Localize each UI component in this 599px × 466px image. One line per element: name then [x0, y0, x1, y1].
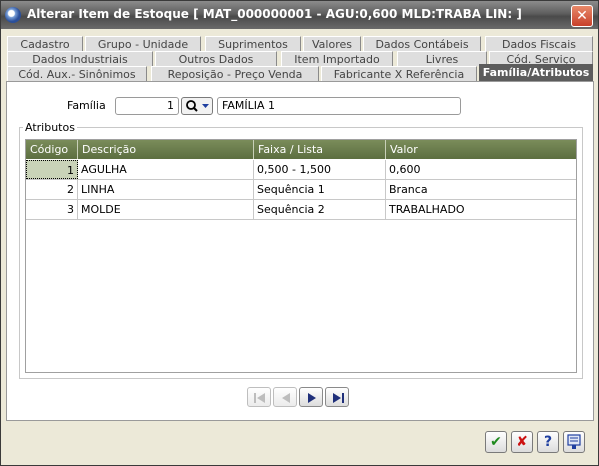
- grid-header: Código Descrição Faixa / Lista Valor: [26, 140, 576, 159]
- tab-valores[interactable]: Valores: [303, 36, 361, 51]
- cell-faixa[interactable]: 0,500 - 1,500: [254, 160, 386, 179]
- cell-codigo[interactable]: 1: [26, 160, 78, 179]
- familia-name-field: FAMÍLIA 1: [217, 97, 461, 115]
- search-icon: [186, 100, 209, 112]
- column-header-faixa-lista[interactable]: Faixa / Lista: [254, 140, 386, 159]
- cell-codigo[interactable]: 3: [26, 200, 78, 219]
- title-bar[interactable]: Alterar Item de Estoque [ MAT_000000001 …: [1, 1, 598, 29]
- cell-valor[interactable]: 0,600: [386, 160, 576, 179]
- tab-reposicao-preco-venda[interactable]: Reposição - Preço Venda: [151, 66, 319, 81]
- familia-label: Família: [67, 99, 106, 112]
- cancel-icon: ✘: [516, 434, 528, 450]
- tab-cod-aux-sinonimos[interactable]: Cód. Aux.- Sinônimos: [7, 66, 147, 81]
- last-record-button[interactable]: [325, 387, 349, 407]
- help-button[interactable]: ?: [537, 431, 559, 453]
- column-header-valor[interactable]: Valor: [386, 140, 576, 159]
- column-header-codigo[interactable]: Código: [26, 140, 78, 159]
- familia-lookup-button[interactable]: [181, 97, 213, 115]
- cell-descricao[interactable]: LINHA: [78, 180, 254, 199]
- tab-suprimentos[interactable]: Suprimentos: [205, 36, 301, 51]
- help-icon: ?: [543, 434, 553, 450]
- table-row[interactable]: 2 LINHA Sequência 1 Branca: [26, 180, 576, 200]
- tab-item-importado[interactable]: Item Importado: [281, 51, 393, 66]
- tab-outros-dados[interactable]: Outros Dados: [155, 51, 277, 66]
- tab-dados-industriais[interactable]: Dados Industriais: [7, 51, 153, 66]
- cell-valor[interactable]: Branca: [386, 180, 576, 199]
- table-row[interactable]: 3 MOLDE Sequência 2 TRABALHADO: [26, 200, 576, 220]
- export-button[interactable]: [563, 431, 585, 453]
- check-icon: ✔: [490, 434, 502, 450]
- atributos-grid[interactable]: Código Descrição Faixa / Lista Valor 1 A…: [25, 139, 577, 373]
- tab-dados-fiscais[interactable]: Dados Fiscais: [485, 36, 593, 51]
- app-icon: [5, 7, 21, 23]
- previous-record-button[interactable]: [273, 387, 297, 407]
- cell-descricao[interactable]: AGULHA: [78, 160, 254, 179]
- export-icon: [567, 434, 581, 449]
- next-icon: [308, 393, 316, 403]
- tab-familia-atributos[interactable]: Família/Atributos: [479, 64, 593, 81]
- confirm-button[interactable]: ✔: [485, 431, 507, 453]
- tab-fabricante-referencia[interactable]: Fabricante X Referência: [321, 66, 477, 81]
- tab-livres[interactable]: Livres: [397, 51, 487, 66]
- first-page-icon: [254, 393, 265, 403]
- close-button[interactable]: ✕: [571, 5, 593, 27]
- tab-cadastro[interactable]: Cadastro: [7, 36, 83, 51]
- cell-descricao[interactable]: MOLDE: [78, 200, 254, 219]
- column-header-descricao[interactable]: Descrição: [78, 140, 254, 159]
- last-page-icon: [333, 393, 344, 403]
- next-record-button[interactable]: [299, 387, 323, 407]
- dialog-window: Alterar Item de Estoque [ MAT_000000001 …: [0, 0, 599, 466]
- window-title: Alterar Item de Estoque [ MAT_000000001 …: [27, 7, 522, 21]
- tab-dados-contabeis[interactable]: Dados Contábeis: [363, 36, 481, 51]
- table-row[interactable]: 1 AGULHA 0,500 - 1,500 0,600: [26, 160, 576, 180]
- cell-faixa[interactable]: Sequência 2: [254, 200, 386, 219]
- cell-codigo[interactable]: 2: [26, 180, 78, 199]
- first-record-button[interactable]: [247, 387, 271, 407]
- familia-code-input[interactable]: 1: [115, 97, 179, 115]
- tab-grupo-unidade[interactable]: Grupo - Unidade: [85, 36, 201, 51]
- atributos-group-title: Atributos: [23, 121, 77, 134]
- cell-valor[interactable]: TRABALHADO: [386, 200, 576, 219]
- cancel-button[interactable]: ✘: [511, 431, 533, 453]
- previous-icon: [282, 393, 290, 403]
- cell-faixa[interactable]: Sequência 1: [254, 180, 386, 199]
